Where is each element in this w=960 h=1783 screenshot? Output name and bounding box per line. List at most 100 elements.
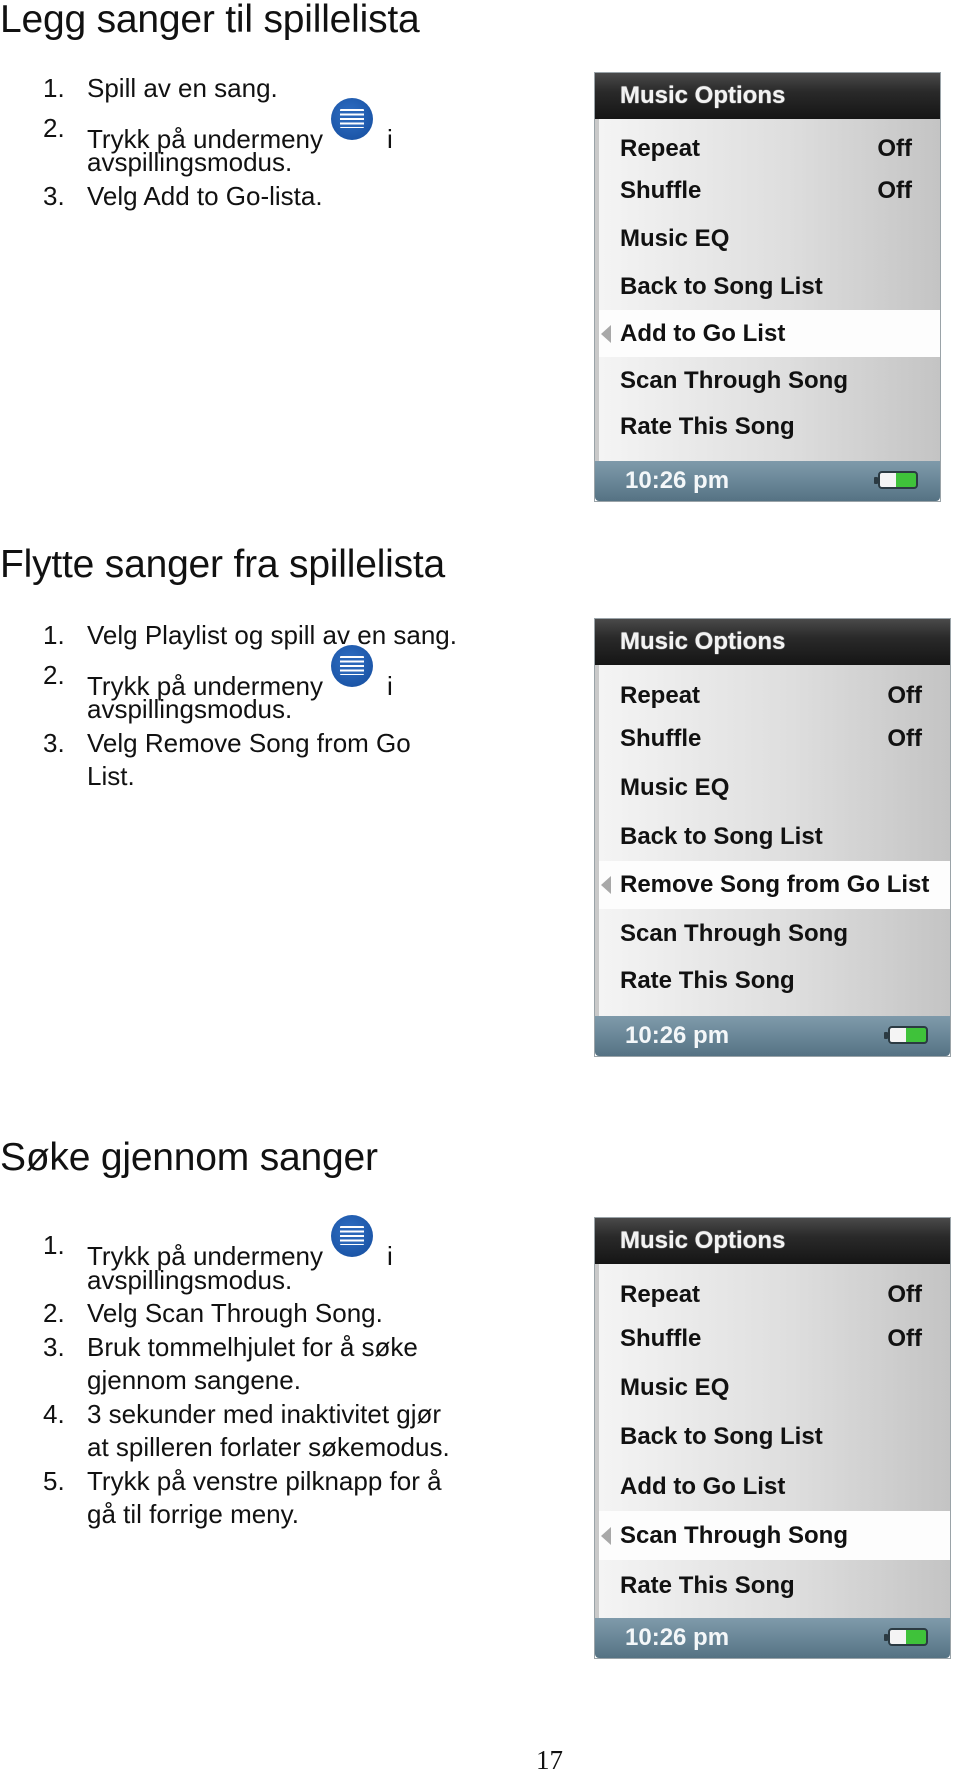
step-item: 1. Trykk på undermeny i avspillingsmodus. [0, 1215, 520, 1307]
submenu-icon [331, 1215, 374, 1257]
menu-item-add-to-go-list[interactable]: Add to Go List [599, 1462, 950, 1511]
menu-item-label: Back to Song List [620, 273, 823, 300]
step-text: Velg Add to Go-lista. [87, 180, 323, 211]
submenu-icon [331, 97, 374, 140]
menu-item-shuffle[interactable]: Shuffle Off [599, 167, 940, 215]
menu-item-label: Music EQ [620, 225, 730, 252]
menu-item-value: Off [877, 177, 912, 204]
menu-item-scan-through-song[interactable]: Scan Through Song [599, 357, 940, 405]
status-bar: 10:26 pm [595, 461, 940, 501]
menu-item-label: Scan Through Song [620, 920, 848, 947]
menu-item-label: Repeat [620, 135, 701, 162]
step-text: i [387, 670, 393, 701]
menu-item-add-to-go-list[interactable]: Add to Go List [599, 310, 940, 357]
step-item: 2. Trykk på undermeny i avspillingsmodus. [0, 644, 520, 737]
submenu-icon [331, 644, 374, 687]
menu-item-label: Add to Go List [620, 320, 786, 347]
menu-item-repeat[interactable]: Repeat Off [599, 665, 950, 714]
menu-item-back-to-song-list[interactable]: Back to Song List [599, 812, 950, 861]
menu-item-label: Back to Song List [620, 1423, 823, 1450]
menu-item-label: Repeat [620, 1281, 701, 1308]
step-number: 3. [43, 1331, 65, 1362]
battery-icon [884, 1026, 928, 1044]
step-number: 2. [43, 659, 65, 690]
step-text: avspillingsmodus. [87, 147, 293, 177]
screen-title: Music Options [595, 73, 940, 119]
step-text: i [387, 1241, 393, 1271]
menu-item-value: Off [887, 725, 922, 752]
menu-item-shuffle[interactable]: Shuffle Off [599, 714, 950, 763]
device-screen-music-options: Music Options Repeat Off Shuffle Off Music… [595, 1218, 950, 1658]
clock-time: 10:26 pm [625, 1624, 730, 1651]
menu-item-value: Off [887, 682, 922, 709]
step-text: Velg Playlist og spill av en sang. [87, 620, 457, 650]
status-bar: 10:26 pm [595, 1618, 950, 1658]
status-bar: 10:26 pm [595, 1016, 950, 1056]
step-item: 3. Velg Add to Go-lista. [0, 180, 520, 214]
step-number: 4. [43, 1398, 65, 1429]
step-text: Trykk på venstre pilknapp for å [87, 1465, 442, 1496]
menu-item-label: Rate This Song [620, 413, 795, 440]
device-screen-music-options: Music Options Repeat Off Shuffle Off Music… [595, 73, 940, 501]
menu-item-repeat[interactable]: Repeat Off [599, 1264, 950, 1314]
menu-item-label: Rate This Song [620, 1572, 795, 1599]
step-text: 3 sekunder med inaktivitet gjør [87, 1398, 442, 1429]
menu-item-label: Shuffle [620, 725, 702, 752]
step-item: 5. Trykk på venstre pilknapp for å gå ti… [0, 1465, 520, 1532]
selection-arrow-icon [601, 324, 611, 343]
menu-item-scan-through-song[interactable]: Scan Through Song [599, 1511, 950, 1560]
menu-item-label: Shuffle [620, 177, 702, 204]
section-title-add-songs: Legg sanger til spillelista [0, 0, 420, 41]
clock-time: 10:26 pm [625, 1022, 730, 1049]
steps-list: 1. Velg Playlist og spill av en sang. 2.… [0, 619, 520, 794]
menu-item-label: Remove Song from Go List [620, 871, 930, 898]
section-title-scan-songs: Søke gjennom sanger [0, 1136, 378, 1179]
menu-item-shuffle[interactable]: Shuffle Off [599, 1314, 950, 1363]
clock-time: 10:26 pm [625, 467, 730, 494]
step-text: Spill av en sang. [87, 73, 278, 103]
menu-item-rate-this-song[interactable]: Rate This Song [599, 1560, 950, 1618]
step-text: List. [87, 761, 135, 791]
menu-item-remove-song-from-go-list[interactable]: Remove Song from Go List [599, 861, 950, 909]
step-text: i [387, 123, 393, 154]
menu-item-music-eq[interactable]: Music EQ [599, 215, 940, 263]
steps-list: 1. Spill av en sang. 2. Trykk på underme… [0, 72, 520, 213]
steps-list: 1. Trykk på undermeny i avspillingsmodus.… [0, 1215, 520, 1532]
step-number: 3. [43, 727, 65, 758]
menu-item-label: Shuffle [620, 1325, 702, 1352]
step-number: 1. [43, 73, 65, 103]
step-text: gå til forrige meny. [87, 1499, 299, 1529]
step-number: 2. [43, 1298, 65, 1328]
menu-item-label: Scan Through Song [620, 367, 848, 394]
step-text: avspillingsmodus. [87, 694, 293, 724]
screen-title: Music Options [595, 619, 950, 665]
menu-item-rate-this-song[interactable]: Rate This Song [599, 958, 950, 1016]
step-number: 5. [43, 1465, 65, 1496]
menu-item-music-eq[interactable]: Music EQ [599, 763, 950, 812]
step-item: 2. Trykk på undermeny i avspillingsmodus. [0, 97, 520, 190]
step-item: 3. Velg Remove Song from Go List. [0, 727, 520, 794]
step-text: avspillingsmodus. [87, 1264, 293, 1295]
menu-item-back-to-song-list[interactable]: Back to Song List [599, 263, 940, 310]
menu-list: Repeat Off Shuffle Off Music EQ Back to So… [595, 1264, 950, 1618]
step-text: Velg Remove Song from Go [87, 727, 411, 758]
battery-icon [874, 471, 918, 489]
menu-item-scan-through-song[interactable]: Scan Through Song [599, 909, 950, 958]
menu-item-repeat[interactable]: Repeat Off [599, 119, 940, 167]
menu-item-label: Add to Go List [620, 1473, 786, 1500]
step-number: 3. [43, 180, 65, 211]
menu-item-label: Back to Song List [620, 823, 823, 850]
step-item: 1. Velg Playlist og spill av en sang. [0, 619, 520, 653]
step-item: 4. 3 sekunder med inaktivitet gjør at sp… [0, 1398, 520, 1465]
menu-item-rate-this-song[interactable]: Rate This Song [599, 405, 940, 461]
step-item: 3. Bruk tommelhjulet for å søke gjennom … [0, 1331, 520, 1398]
menu-item-label: Music EQ [620, 774, 730, 801]
menu-item-value: Off [877, 135, 912, 162]
selection-arrow-icon [601, 876, 611, 894]
selection-arrow-icon [601, 1526, 611, 1545]
menu-item-back-to-song-list[interactable]: Back to Song List [599, 1412, 950, 1462]
screen-title: Music Options [595, 1218, 950, 1264]
step-item: 1. Spill av en sang. [0, 72, 520, 106]
menu-item-music-eq[interactable]: Music EQ [599, 1363, 950, 1412]
menu-list: Repeat Off Shuffle Off Music EQ Back to So… [595, 665, 950, 1016]
